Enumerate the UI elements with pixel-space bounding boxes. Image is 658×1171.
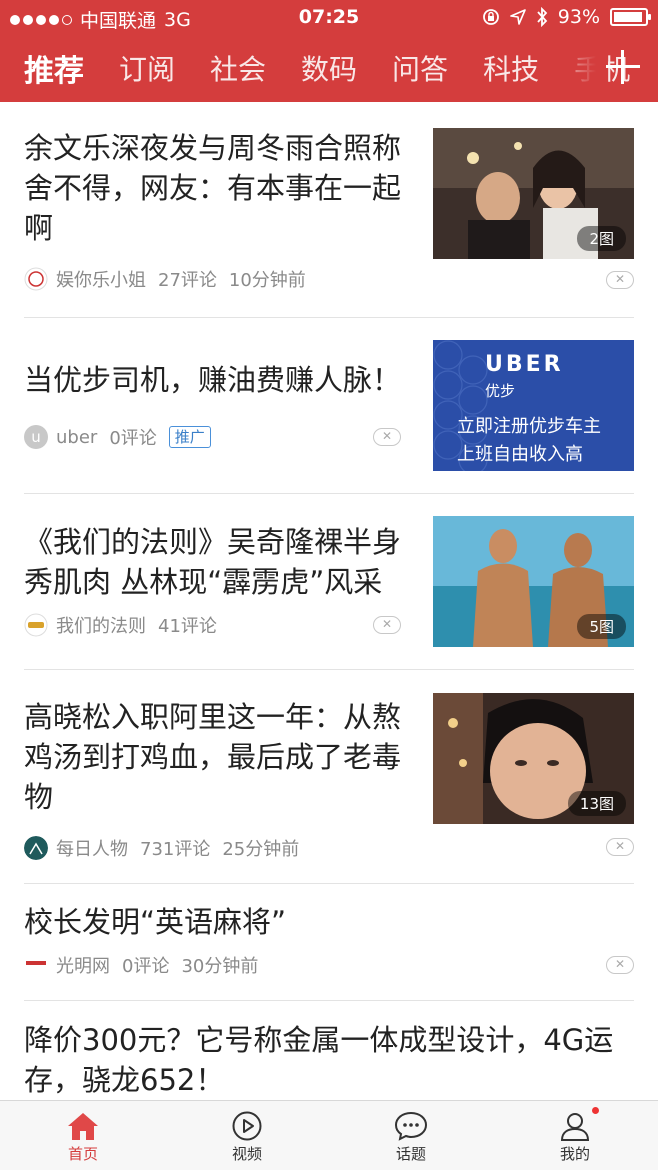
tab-label: 我的 (559, 1145, 590, 1163)
divider (24, 317, 634, 318)
news-time: 10分钟前 (228, 270, 306, 291)
news-time: 25分钟前 (222, 839, 300, 860)
news-comments: 0评论 (122, 956, 170, 977)
status-bar: 中国联通 3G 07:25 93% (0, 0, 658, 34)
news-title[interactable]: 高晓松入职阿里这一年：从熬鸡汤到打鸡血，最后成了老毒物 (24, 697, 419, 817)
source-avatar-icon (24, 836, 48, 860)
tab-me[interactable]: 我的 (515, 1101, 635, 1171)
ad-banner[interactable]: UBER 优步 立即注册优步车主 上班自由收入高 (433, 340, 634, 471)
ad-brand: UBER (485, 352, 564, 377)
news-source[interactable]: 娱你乐小姐 (56, 266, 146, 292)
location-icon (509, 9, 526, 25)
tab-recommended[interactable]: 推荐 (24, 46, 84, 90)
dismiss-icon[interactable]: ✕ (606, 271, 634, 289)
ad-brand-cn: 优步 (485, 382, 516, 400)
source-avatar-icon (24, 267, 48, 291)
tab-qa[interactable]: 问答 (392, 48, 448, 88)
tab-label: 视频 (231, 1145, 262, 1163)
tabs-fade-overlay (548, 34, 608, 102)
promo-tag: 推广 (168, 426, 211, 448)
divider (24, 493, 634, 494)
source-avatar-icon (24, 613, 48, 637)
dismiss-icon[interactable]: ✕ (606, 956, 634, 974)
news-title[interactable]: 当优步司机，赚油费赚人脉！ (24, 360, 419, 400)
tab-tech[interactable]: 科技 (483, 48, 539, 88)
tab-home[interactable]: 首页 (23, 1101, 143, 1171)
news-thumbnail[interactable]: 2图 (433, 128, 634, 259)
news-meta: 我们的法则 41评论 (24, 612, 229, 638)
home-icon (68, 1113, 98, 1140)
ad-line-2: 上班自由收入高 (457, 444, 583, 465)
news-thumbnail[interactable]: 13图 (433, 693, 634, 824)
dismiss-icon[interactable]: ✕ (606, 838, 634, 856)
news-source[interactable]: 每日人物 (56, 835, 128, 861)
news-item[interactable]: 降价300元？它号称金属一体成型设计，4G运存，骁龙652！ (24, 1020, 634, 1100)
orientation-lock-icon (482, 9, 499, 25)
bluetooth-icon (537, 7, 548, 27)
person-icon (560, 1113, 590, 1141)
news-meta: 光明网 0评论 30分钟前 (24, 952, 270, 978)
source-avatar-icon (25, 959, 47, 971)
tab-label: 首页 (67, 1145, 98, 1163)
divider (24, 669, 634, 670)
news-title[interactable]: 降价300元？它号称金属一体成型设计，4G运存，骁龙652！ (24, 1020, 634, 1100)
news-comments: 27评论 (158, 270, 217, 291)
source-avatar-icon: u (24, 425, 48, 449)
tab-video[interactable]: 视频 (187, 1101, 307, 1171)
dismiss-icon[interactable]: ✕ (373, 428, 401, 446)
bottom-tab-bar: 首页 视频 话题 我的 (0, 1100, 658, 1170)
news-comments: 41评论 (158, 616, 217, 637)
news-meta: 每日人物 731评论 25分钟前 (24, 835, 311, 861)
news-source[interactable]: uber (56, 427, 97, 448)
news-meta: 娱你乐小姐 27评论 10分钟前 (24, 266, 318, 292)
news-meta: u uber 0评论 推广 (24, 424, 223, 450)
notification-dot (592, 1107, 599, 1114)
dismiss-icon[interactable]: ✕ (373, 616, 401, 634)
news-time: 30分钟前 (181, 956, 259, 977)
plus-icon[interactable] (604, 48, 642, 86)
news-source[interactable]: 我们的法则 (56, 612, 146, 638)
channel-nav: 推荐 订阅 社会 数码 问答 科技 手机 (0, 34, 658, 102)
image-count-badge: 13图 (567, 791, 626, 816)
ad-line-1: 立即注册优步车主 (457, 416, 601, 437)
tab-label: 话题 (395, 1145, 426, 1163)
news-source[interactable]: 光明网 (56, 952, 110, 978)
news-comments: 0评论 (109, 428, 157, 449)
tab-digital[interactable]: 数码 (301, 48, 357, 88)
play-icon (232, 1111, 262, 1141)
tab-society[interactable]: 社会 (210, 48, 266, 88)
news-thumbnail[interactable]: 5图 (433, 516, 634, 647)
news-title[interactable]: 校长发明“英语麻将” (24, 902, 634, 942)
news-title[interactable]: 余文乐深夜发与周冬雨合照称舍不得，网友：有本事在一起啊 (24, 128, 419, 248)
battery-icon (610, 8, 651, 26)
news-comments: 731评论 (140, 839, 211, 860)
news-item[interactable]: 校长发明“英语麻将” 光明网 0评论 30分钟前 ✕ (24, 902, 634, 977)
divider (24, 1000, 634, 1001)
image-count-badge: 5图 (577, 614, 626, 639)
image-count-badge: 2图 (577, 226, 626, 251)
news-item[interactable]: 余文乐深夜发与周冬雨合照称舍不得，网友：有本事在一起啊 娱你乐小姐 27评论 1… (24, 128, 634, 291)
tab-subscribed[interactable]: 订阅 (119, 48, 175, 88)
news-title[interactable]: 《我们的法则》吴奇隆裸半身秀肌肉 丛林现“霹雳虎”风采 (24, 522, 424, 602)
divider (24, 883, 634, 884)
tab-topics[interactable]: 话题 (351, 1101, 471, 1171)
chat-bubble-icon (394, 1111, 428, 1141)
battery-percent: 93% (557, 6, 600, 28)
